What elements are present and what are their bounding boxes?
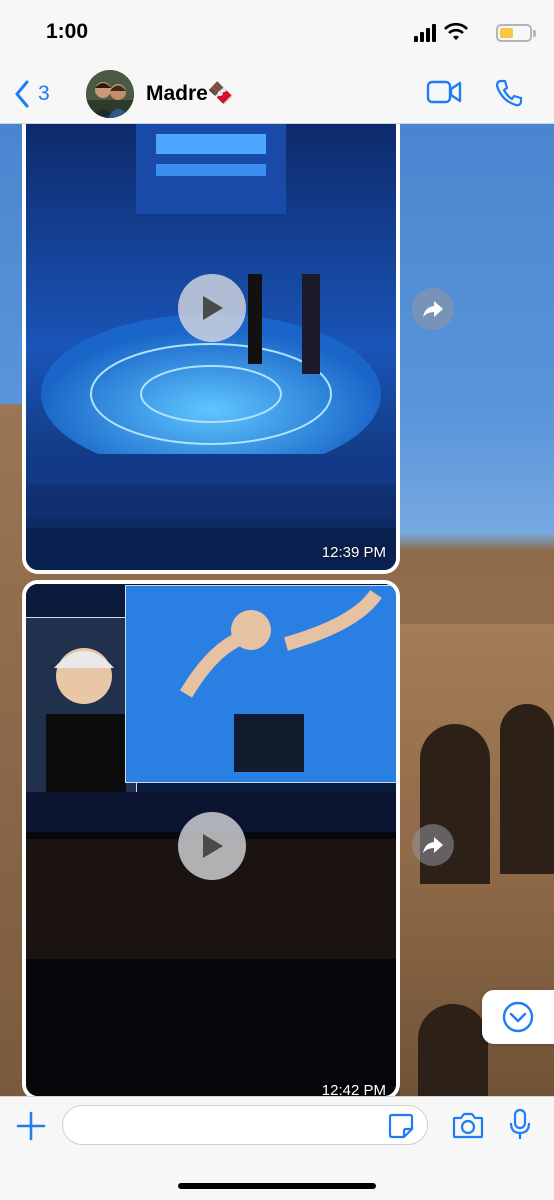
video-call-button[interactable] [426, 79, 462, 110]
status-time: 1:00 [46, 20, 89, 43]
phone-icon [495, 79, 523, 107]
battery-icon [496, 24, 536, 42]
sticker-button[interactable] [388, 1113, 414, 1144]
play-button[interactable] [178, 812, 246, 880]
sticker-icon [388, 1113, 414, 1139]
home-indicator[interactable] [178, 1183, 376, 1189]
attach-button[interactable] [16, 1111, 46, 1146]
chat-header: 3 Madre🍫 [0, 66, 554, 124]
video-message[interactable]: 12:39 PM [22, 124, 400, 574]
video-thumbnail [26, 124, 396, 570]
back-button[interactable]: 3 [14, 78, 50, 110]
unread-count: 3 [38, 82, 50, 105]
video-message[interactable]: 12:42 PM [22, 580, 400, 1100]
contact-name[interactable]: Madre🍫 [146, 82, 234, 106]
chevron-left-icon [15, 80, 29, 108]
microphone-button[interactable] [508, 1108, 532, 1147]
camera-button[interactable] [452, 1111, 484, 1144]
video-camera-icon [426, 80, 462, 104]
scroll-to-bottom-button[interactable] [482, 990, 554, 1044]
input-bar [0, 1096, 554, 1200]
message-timestamp: 12:39 PM [321, 544, 386, 561]
message-input[interactable] [62, 1105, 428, 1145]
forward-icon [423, 837, 443, 853]
plus-icon [16, 1111, 46, 1141]
wifi-icon [444, 22, 468, 40]
microphone-icon [509, 1108, 531, 1139]
status-icons [392, 22, 536, 44]
chevron-down-circle-icon [502, 1001, 534, 1033]
play-button[interactable] [178, 274, 246, 342]
signal-icon [414, 24, 436, 42]
battery-level [500, 28, 513, 38]
status-bar: 1:00 [0, 0, 554, 66]
forward-icon [423, 301, 443, 317]
camera-icon [452, 1112, 484, 1139]
forward-button[interactable] [412, 824, 454, 866]
voice-call-button[interactable] [494, 78, 524, 113]
forward-button[interactable] [412, 288, 454, 330]
play-icon [203, 296, 223, 320]
avatar[interactable] [86, 70, 134, 118]
play-icon [203, 834, 223, 858]
